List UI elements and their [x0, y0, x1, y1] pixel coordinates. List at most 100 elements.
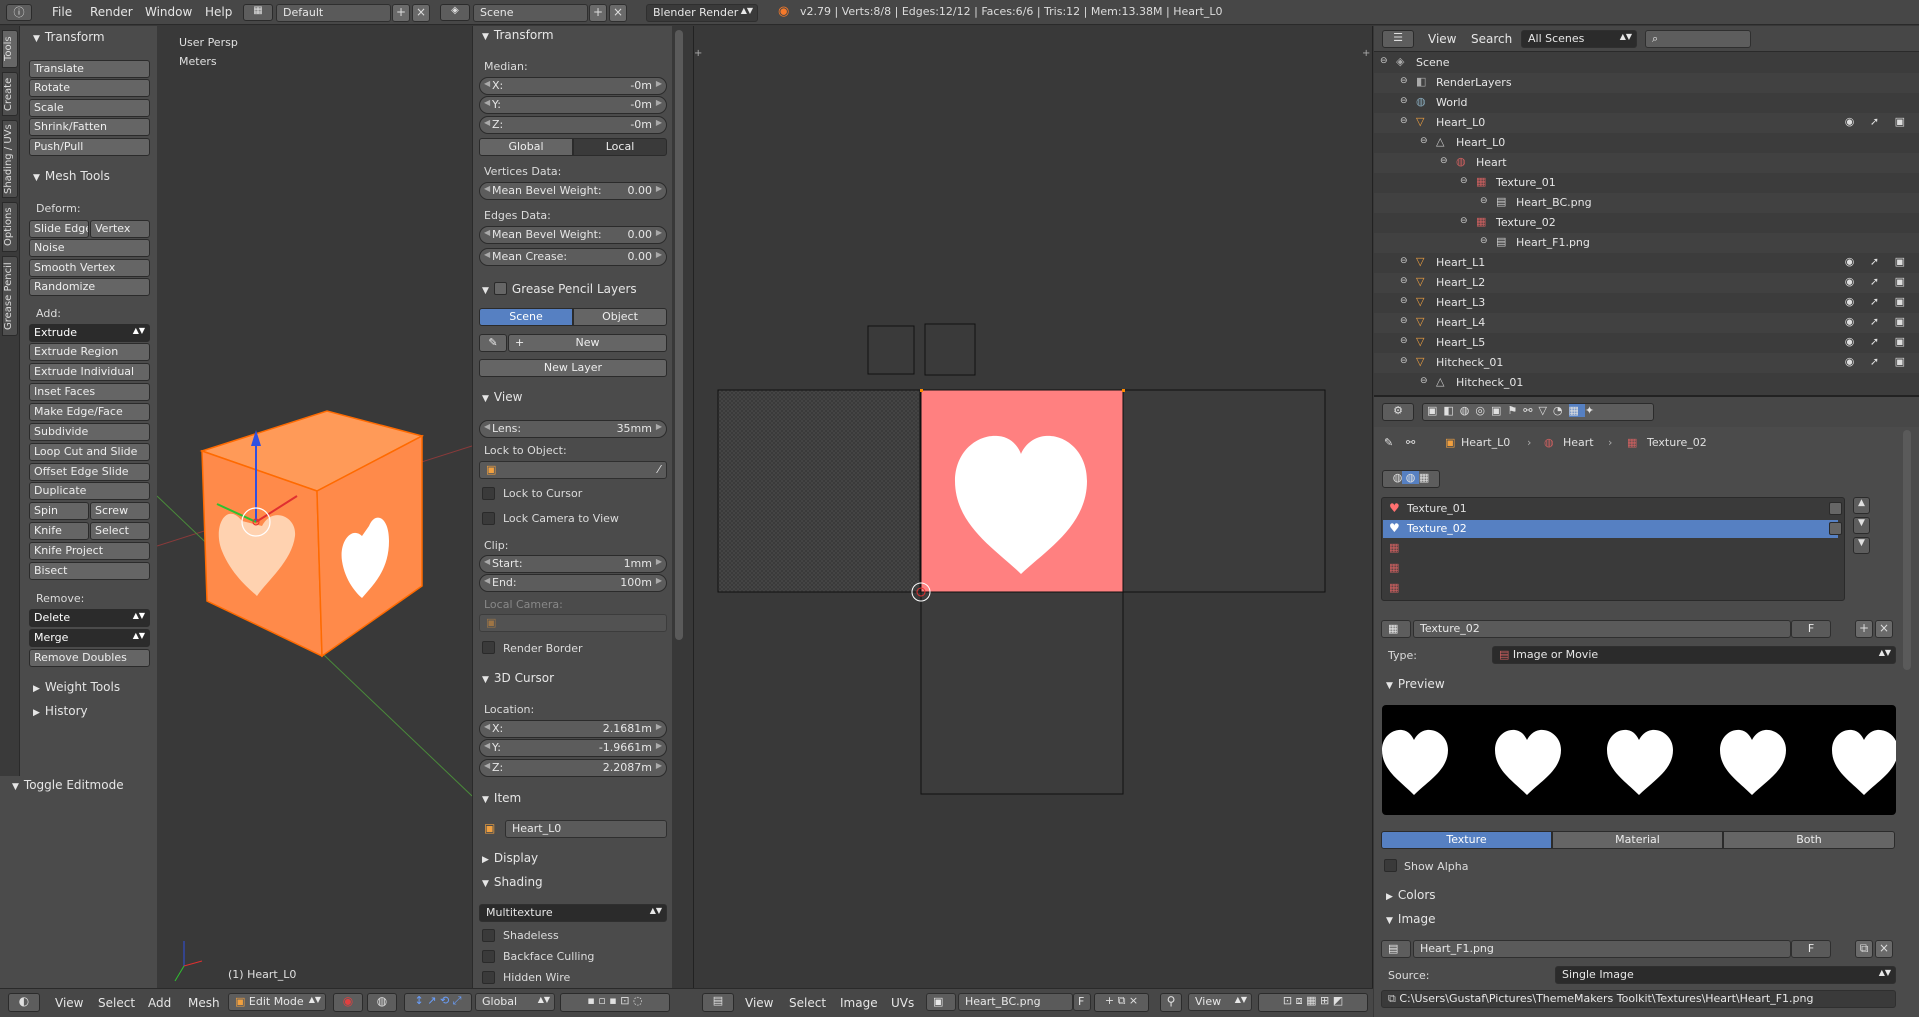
visibility-icons[interactable]: ◉ ➚ ▣ [1845, 315, 1911, 328]
expand-icon[interactable]: ⊖ [1480, 236, 1488, 246]
smooth-vertex-button[interactable]: Smooth Vertex [29, 259, 150, 277]
screw-button[interactable]: Screw [90, 502, 150, 520]
slide-edge-button[interactable]: Slide Edge [29, 220, 89, 238]
tab-shading-uvs[interactable]: Shading / UVs [2, 120, 18, 198]
slot2-checkbox[interactable] [1829, 522, 1842, 535]
outliner-item-label[interactable]: Hitcheck_01 [1436, 356, 1503, 369]
expand-icon[interactable]: ⊖ [1460, 216, 1468, 226]
grease-pencil-header[interactable]: ▼ Grease Pencil Layers [482, 280, 637, 296]
make-edge-face-button[interactable]: Make Edge/Face [29, 403, 150, 421]
remove-scene-button[interactable]: × [609, 4, 627, 22]
lens-field[interactable]: ◀ Lens: 35mm ▶ [479, 420, 667, 438]
duplicate-button[interactable]: Duplicate [29, 482, 150, 500]
extrude-individual-button[interactable]: Extrude Individual [29, 363, 150, 381]
gp-scene-toggle[interactable]: Scene [479, 308, 573, 326]
outliner-row[interactable]: ⊖ ◍ World [1374, 93, 1919, 113]
shading-mode-select[interactable]: Multitexture ▲▼ [479, 904, 667, 922]
menu-file[interactable]: File [52, 5, 72, 19]
tab-grease-pencil[interactable]: Grease Pencil [2, 256, 18, 336]
outliner-item-label[interactable]: Heart_L4 [1436, 316, 1485, 329]
npanel-scrollbar[interactable] [675, 30, 683, 640]
properties-context-tabs[interactable]: ▣◧◍◎▣⚑⚯▽◔▦✦ [1422, 403, 1654, 421]
bisect-button[interactable]: Bisect [29, 562, 150, 580]
3d-menu-select[interactable]: Select [98, 996, 135, 1010]
history-header[interactable]: ▶ History [33, 704, 88, 718]
remove-doubles-button[interactable]: Remove Doubles [29, 649, 150, 667]
cursor-z-field[interactable]: ◀ Z: 2.2087m ▶ [479, 759, 667, 777]
image-source-select[interactable]: Single Image ▲▼ [1555, 966, 1896, 984]
n-transform-header[interactable]: ▼ Transform [482, 28, 554, 42]
pin-context-icon[interactable]: ✎ [1384, 436, 1393, 449]
scale-button[interactable]: Scale [29, 99, 150, 117]
loop-cut-button[interactable]: Loop Cut and Slide [29, 443, 150, 461]
randomize-button[interactable]: Randomize [29, 278, 150, 296]
colors-header[interactable]: ▶ Colors [1386, 888, 1436, 902]
uv-image-name-field[interactable]: Heart_BC.png [958, 993, 1073, 1011]
image-header[interactable]: ▼ Image [1386, 912, 1436, 926]
shadeless-checkbox[interactable] [482, 929, 495, 942]
subdivide-button[interactable]: Subdivide [29, 423, 150, 441]
expand-icon[interactable]: ⊖ [1400, 296, 1408, 306]
texture-add-button[interactable]: + [1855, 620, 1873, 638]
3d-menu-add[interactable]: Add [148, 996, 171, 1010]
outliner-menu-search[interactable]: Search [1471, 32, 1512, 46]
eyedropper-icon[interactable]: ⁄ [658, 463, 660, 476]
expand-icon[interactable]: ⊖ [1420, 136, 1428, 146]
outliner-item-label[interactable]: Heart [1476, 156, 1507, 169]
global-toggle[interactable]: Global [479, 138, 573, 156]
preview-header[interactable]: ▼ Preview [1386, 677, 1445, 691]
hidden-wire-checkbox[interactable] [482, 971, 495, 984]
mode-select[interactable]: ▣ Edit Mode ▲▼ [228, 993, 326, 1011]
add-layout-button[interactable]: + [392, 4, 410, 22]
outliner-item-label[interactable]: Heart_BC.png [1516, 196, 1592, 209]
offset-edge-slide-button[interactable]: Offset Edge Slide [29, 463, 150, 481]
uv-menu-uvs[interactable]: UVs [891, 996, 914, 1010]
menu-window[interactable]: Window [145, 5, 192, 19]
show-alpha-checkbox[interactable] [1384, 859, 1397, 872]
visibility-icons[interactable]: ◉ ➚ ▣ [1845, 255, 1911, 268]
shading-header[interactable]: ▼ Shading [482, 875, 543, 889]
item-name-field[interactable]: Heart_L0 [505, 820, 667, 838]
texture-remove-button[interactable]: × [1875, 620, 1893, 638]
pin-icon[interactable]: ⚲ [1160, 993, 1182, 1012]
vertex-bevel-weight-field[interactable]: ◀ Mean Bevel Weight: 0.00 ▶ [479, 182, 667, 200]
scene-field[interactable]: Scene [473, 4, 588, 22]
texture-name-field[interactable]: Texture_02 [1413, 620, 1791, 638]
weight-tools-header[interactable]: ▶ Weight Tools [33, 680, 120, 694]
image-open-button[interactable]: ⧉ [1855, 940, 1873, 958]
expand-icon[interactable]: ⊖ [1440, 156, 1448, 166]
outliner-row[interactable]: ⊖ ▽ Heart_L1 ◉ ➚ ▣ [1374, 253, 1919, 273]
texture-context-icons[interactable]: ◍ ◍ ▦ [1382, 470, 1440, 488]
outliner-item-label[interactable]: Scene [1416, 56, 1450, 69]
outliner-row[interactable]: ⊖ ▽ Heart_L0 ◉ ➚ ▣ [1374, 113, 1919, 133]
slot-menu-icon[interactable]: ▼ [1853, 537, 1870, 554]
transform-panel-header[interactable]: ▼ Transform [33, 30, 105, 44]
mean-crease-field[interactable]: ◀ Mean Crease: 0.00 ▶ [479, 248, 667, 266]
outliner-row[interactable]: ⊖ ▤ Heart_BC.png [1374, 193, 1919, 213]
tab-tools[interactable]: Tools [2, 30, 18, 68]
outliner-item-label[interactable]: Heart_L0 [1456, 136, 1505, 149]
extrude-region-button[interactable]: Extrude Region [29, 343, 150, 361]
outliner-row[interactable]: ⊖ ▦ Texture_01 [1374, 173, 1919, 193]
knife-button[interactable]: Knife [29, 522, 89, 540]
mesh-tools-header[interactable]: ▼ Mesh Tools [33, 169, 110, 183]
median-z-field[interactable]: ◀ Z: -0m ▶ [479, 116, 667, 134]
outliner-item-label[interactable]: Hitcheck_01 [1456, 376, 1523, 389]
outliner-menu-view[interactable]: View [1428, 32, 1456, 46]
expand-icon[interactable]: ⊖ [1420, 376, 1428, 386]
outliner-item-label[interactable]: Heart_L2 [1436, 276, 1485, 289]
editor-type-icon[interactable]: ◐ [8, 993, 40, 1012]
add-scene-button[interactable]: + [589, 4, 607, 22]
uv-editor-type-icon[interactable]: ▤ [702, 993, 734, 1012]
inset-faces-button[interactable]: Inset Faces [29, 383, 150, 401]
texture-fake-user-button[interactable]: F [1791, 620, 1831, 638]
layout-icon[interactable]: ▦ [243, 4, 273, 21]
3d-menu-mesh[interactable]: Mesh [188, 996, 220, 1010]
expand-icon[interactable]: ⊖ [1400, 76, 1408, 86]
scene-icon[interactable]: ◈ [440, 4, 470, 21]
image-browse-icon[interactable]: ▣ [926, 993, 956, 1011]
info-icon[interactable]: ⓘ [6, 4, 32, 21]
toggle-editmode-header[interactable]: ▼ Toggle Editmode [12, 778, 124, 792]
outliner-row[interactable]: ⊖ ▽ Heart_L3 ◉ ➚ ▣ [1374, 293, 1919, 313]
orientation-select[interactable]: Global ▲▼ [475, 993, 555, 1011]
